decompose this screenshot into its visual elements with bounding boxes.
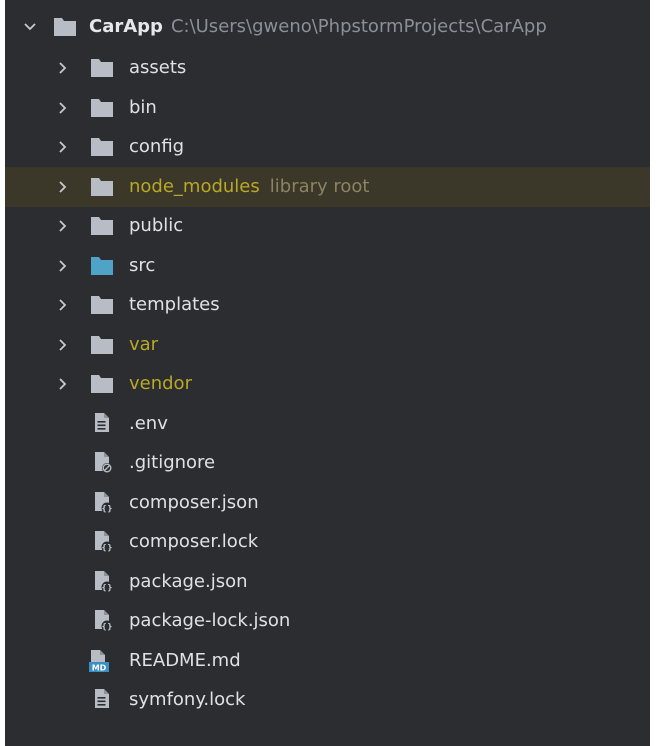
file-name: composer.lock xyxy=(129,531,259,552)
project-path: C:\Users\gweno\PhpstormProjects\CarApp xyxy=(170,16,547,37)
folder-name: src xyxy=(129,254,156,276)
text-file-icon xyxy=(93,688,113,712)
chevron-right-icon[interactable] xyxy=(55,258,71,274)
tree-file-row[interactable]: {} composer.json xyxy=(5,483,650,523)
svg-text:{}: {} xyxy=(101,622,112,631)
folder-label-group: bin xyxy=(129,88,157,128)
folder-label-group: src xyxy=(129,246,155,286)
chevron-right-icon[interactable] xyxy=(55,376,71,392)
folder-label-group: templates xyxy=(129,285,220,325)
folder-name: node_modules xyxy=(129,175,260,197)
file-name: .gitignore xyxy=(129,452,216,473)
folder-name: assets xyxy=(129,57,187,78)
svg-text:{}: {} xyxy=(101,583,112,592)
tree-folder-row[interactable]: var xyxy=(5,325,650,365)
file-name: package-lock.json xyxy=(129,610,291,631)
ignore-file-icon xyxy=(93,451,113,475)
folder-icon xyxy=(90,177,114,197)
folder-icon xyxy=(90,374,114,394)
tree-folder-row[interactable]: vendor xyxy=(5,364,650,404)
folder-label-group: config xyxy=(129,127,184,167)
svg-text:{}: {} xyxy=(101,543,112,552)
folder-icon xyxy=(90,137,114,157)
library-root-hint: library root xyxy=(269,175,370,197)
chevron-right-icon[interactable] xyxy=(55,139,71,155)
text-file-icon xyxy=(93,412,113,436)
tree-folder-row[interactable]: config xyxy=(5,127,650,167)
tree-folder-row[interactable]: public xyxy=(5,206,650,246)
file-name: package.json xyxy=(129,570,248,592)
markdown-file-icon: MD xyxy=(89,649,109,673)
file-name: README.md xyxy=(129,649,241,671)
tree-folder-row[interactable]: bin xyxy=(5,88,650,128)
chevron-right-icon[interactable] xyxy=(55,100,71,116)
folder-name: config xyxy=(129,136,185,157)
folder-label-group: node_modules library root xyxy=(129,167,370,207)
tree-folder-row[interactable]: src xyxy=(5,246,650,286)
project-tree-panel: CarApp C:\Users\gweno\PhpstormProjects\Ca… xyxy=(5,0,650,746)
tree-file-row[interactable]: symfony.lock xyxy=(5,680,650,720)
json-file-icon: {} xyxy=(93,609,113,633)
folder-name: var xyxy=(129,333,159,355)
chevron-right-icon[interactable] xyxy=(55,337,71,353)
folder-label-group: var xyxy=(129,325,158,365)
composer-file-icon: {} xyxy=(93,530,113,554)
source-folder-icon xyxy=(90,256,114,276)
file-name: composer.json xyxy=(129,491,259,513)
folder-name: bin xyxy=(129,96,157,118)
tree-file-row[interactable]: {} package.json xyxy=(5,562,650,602)
project-name: CarApp xyxy=(89,16,163,37)
svg-text:MD: MD xyxy=(92,663,107,672)
folder-label-group: vendor xyxy=(129,364,192,404)
folder-name: vendor xyxy=(129,373,192,394)
chevron-right-icon[interactable] xyxy=(55,60,71,76)
chevron-right-icon[interactable] xyxy=(55,218,71,234)
tree-file-row[interactable]: MD README.md xyxy=(5,641,650,681)
folder-icon xyxy=(90,216,114,236)
folder-label-group: public xyxy=(129,206,183,246)
tree-file-row[interactable]: .env xyxy=(5,404,650,444)
file-name: .env xyxy=(129,412,168,434)
tree-root-label-group: CarApp C:\Users\gweno\PhpstormProjects\Ca… xyxy=(89,7,547,47)
tree-folder-row[interactable]: templates xyxy=(5,285,650,325)
tree-folder-row[interactable]: node_modules library root xyxy=(5,166,650,207)
folder-name: templates xyxy=(129,294,220,315)
folder-icon xyxy=(90,98,114,118)
file-name: symfony.lock xyxy=(129,689,246,710)
folder-icon xyxy=(90,335,114,355)
folder-icon xyxy=(90,58,114,78)
tree-folder-row[interactable]: assets xyxy=(5,48,650,88)
chevron-right-icon[interactable] xyxy=(55,179,71,195)
tree-file-row[interactable]: {} composer.lock xyxy=(5,522,650,562)
folder-icon xyxy=(53,17,77,37)
folder-label-group: assets xyxy=(129,48,186,88)
chevron-down-icon[interactable] xyxy=(22,19,38,35)
svg-text:{}: {} xyxy=(101,504,112,513)
folder-icon xyxy=(90,295,114,315)
json-file-icon: {} xyxy=(93,570,113,594)
folder-name: public xyxy=(129,215,184,236)
tree-file-row[interactable]: {} package-lock.json xyxy=(5,601,650,641)
tree-file-row[interactable]: .gitignore xyxy=(5,443,650,483)
composer-file-icon: {} xyxy=(93,491,113,515)
chevron-right-icon[interactable] xyxy=(55,297,71,313)
tree-root-row[interactable]: CarApp C:\Users\gweno\PhpstormProjects\Ca… xyxy=(5,7,650,47)
